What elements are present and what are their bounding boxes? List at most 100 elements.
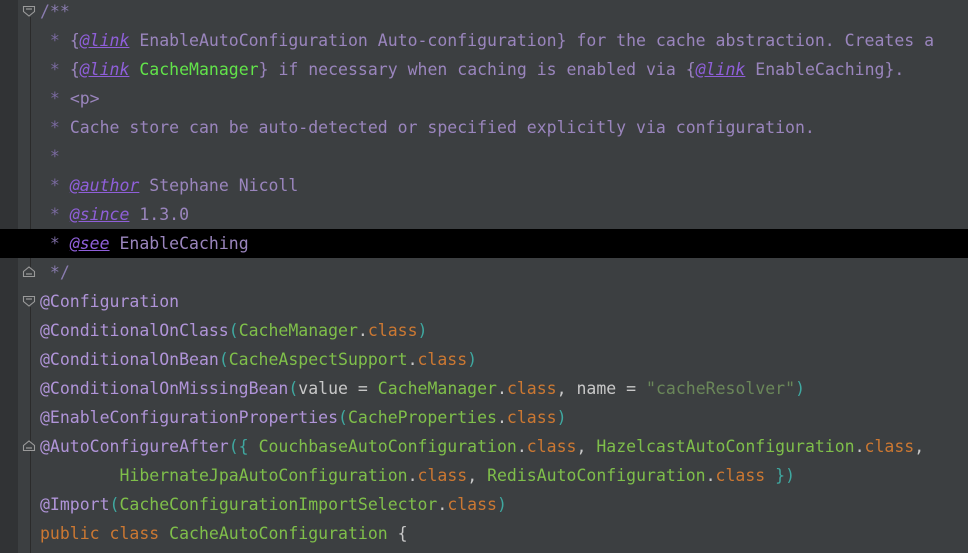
- code-line[interactable]: @ConditionalOnMissingBean(value = CacheM…: [38, 374, 805, 403]
- code-token: ({: [228, 437, 259, 456]
- code-token: "cacheResolver": [646, 379, 796, 398]
- code-token: @AutoConfigureAfter: [40, 437, 229, 456]
- code-token: {: [69, 31, 80, 50]
- code-token: class: [367, 321, 418, 340]
- code-token: (: [228, 321, 239, 340]
- code-token: ,: [467, 466, 488, 485]
- code-token: class: [864, 437, 915, 456]
- code-token: ,: [576, 437, 597, 456]
- code-token: @ConditionalOnMissingBean: [40, 379, 289, 398]
- code-token: *: [40, 118, 70, 137]
- code-token: @ConditionalOnClass: [40, 321, 229, 340]
- code-token: @EnableConfigurationProperties: [40, 408, 339, 427]
- code-line[interactable]: @Configuration: [38, 287, 179, 316]
- highlighted-token: EnableCaching: [119, 234, 249, 253]
- code-token: (: [218, 350, 229, 369]
- code-token: .: [407, 466, 418, 485]
- code-token: 1.3.0: [129, 205, 190, 224]
- code-token: @link: [79, 31, 130, 50]
- code-token: *: [40, 176, 70, 195]
- code-token: *: [40, 234, 70, 253]
- code-line[interactable]: * @see EnableCaching: [38, 229, 249, 258]
- code-token: public: [40, 524, 100, 543]
- code-token: }: [884, 60, 895, 79]
- code-token: ): [417, 321, 428, 340]
- code-line[interactable]: *: [38, 142, 60, 171]
- code-token: CacheConfigurationImportSelector: [119, 495, 438, 514]
- code-line[interactable]: * @author Stephane Nicoll: [38, 171, 298, 200]
- code-token: for the cache abstraction. Creates a: [566, 31, 935, 50]
- code-token: CouchbaseAutoConfiguration: [258, 437, 517, 456]
- code-token: .: [357, 321, 368, 340]
- code-token: class: [506, 408, 557, 427]
- code-line[interactable]: * Cache store can be auto-detected or sp…: [38, 113, 815, 142]
- code-token: (: [109, 495, 120, 514]
- code-token: @see: [69, 234, 110, 253]
- code-token: class: [715, 466, 766, 485]
- code-editor[interactable]: /** * {@link EnableAutoConfiguration Aut…: [0, 0, 968, 553]
- code-token: (: [338, 408, 348, 427]
- code-token: value: [298, 379, 348, 398]
- code-token: CacheProperties: [347, 408, 497, 427]
- code-token: *: [40, 205, 70, 224]
- code-token: @link: [695, 60, 746, 79]
- fold-end-icon[interactable]: [21, 438, 37, 454]
- code-token: .: [437, 495, 448, 514]
- code-token: {: [685, 60, 696, 79]
- code-token: *: [40, 60, 70, 79]
- code-token: Stephane Nicoll: [139, 176, 299, 195]
- code-line[interactable]: HibernateJpaAutoConfiguration.class, Red…: [38, 461, 795, 490]
- code-token: class: [526, 437, 577, 456]
- code-token: name: [576, 379, 617, 398]
- code-token: CacheManager: [377, 379, 497, 398]
- code-text-area[interactable]: /** * {@link EnableAutoConfiguration Aut…: [38, 0, 968, 553]
- code-token: .: [705, 466, 716, 485]
- code-line[interactable]: * @since 1.3.0: [38, 200, 189, 229]
- code-token: .: [516, 437, 527, 456]
- code-token: @since: [69, 205, 130, 224]
- code-token: }: [556, 31, 567, 50]
- fold-region-rail: [30, 307, 31, 553]
- code-line[interactable]: @Import(CacheConfigurationImportSelector…: [38, 490, 507, 519]
- code-token: {: [69, 60, 80, 79]
- code-token: *: [40, 89, 70, 108]
- code-line[interactable]: @AutoConfigureAfter({ CouchbaseAutoConfi…: [38, 432, 924, 461]
- code-line[interactable]: * <p>: [38, 84, 100, 113]
- code-token: class: [506, 379, 557, 398]
- fold-end-icon[interactable]: [21, 264, 37, 280]
- code-line[interactable]: /**: [38, 0, 70, 26]
- code-line[interactable]: @ConditionalOnClass(CacheManager.class): [38, 316, 427, 345]
- code-token: CacheAspectSupport: [228, 350, 408, 369]
- fold-expanded-icon[interactable]: [21, 3, 37, 19]
- code-token: ): [556, 408, 567, 427]
- code-line[interactable]: @ConditionalOnBean(CacheAspectSupport.cl…: [38, 345, 477, 374]
- code-line[interactable]: * {@link CacheManager} if necessary when…: [38, 55, 904, 84]
- highlighted-token: EnableCaching: [755, 60, 885, 79]
- code-token: @link: [79, 60, 130, 79]
- code-token: CacheManager: [238, 321, 358, 340]
- code-token: }: [258, 60, 269, 79]
- code-token: ): [496, 495, 507, 514]
- code-token: RedisAutoConfiguration: [487, 466, 706, 485]
- code-line[interactable]: * {@link EnableAutoConfiguration Auto-co…: [38, 26, 934, 55]
- code-token: .: [496, 408, 507, 427]
- code-token: /**: [40, 2, 70, 21]
- code-token: @ConditionalOnBean: [40, 350, 219, 369]
- code-token: .: [497, 379, 507, 398]
- fold-expanded-icon[interactable]: [21, 293, 37, 309]
- code-token: *: [40, 147, 60, 166]
- code-token: @Import: [40, 495, 110, 514]
- code-line[interactable]: @EnableConfigurationProperties(CacheProp…: [38, 403, 567, 432]
- code-token: ,: [556, 379, 577, 398]
- code-line[interactable]: */: [38, 258, 70, 287]
- code-token: ): [795, 379, 805, 398]
- code-token: EnableAutoConfiguration Auto-configurati…: [129, 31, 557, 50]
- code-line[interactable]: public class CacheAutoConfiguration {: [38, 519, 408, 548]
- code-token: ): [467, 350, 478, 369]
